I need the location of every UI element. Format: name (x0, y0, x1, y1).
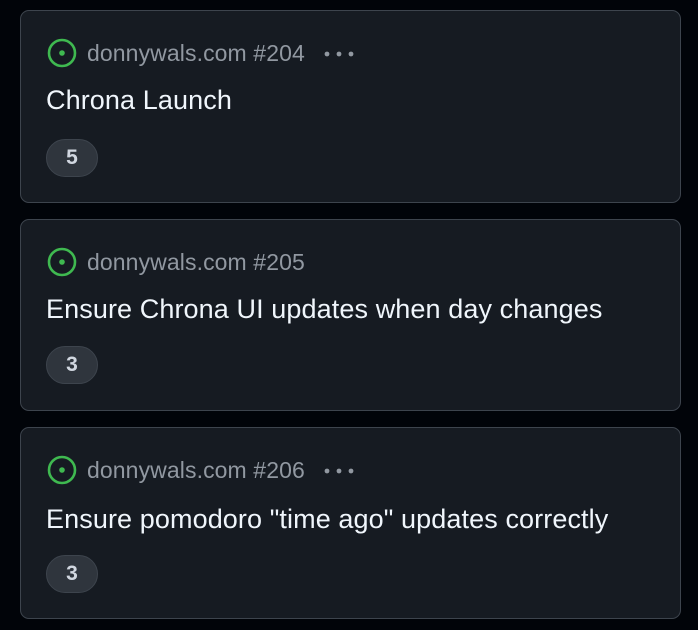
sub-issue-count-badge: 5 (46, 139, 98, 177)
issue-title-link[interactable]: Chrona Launch (46, 85, 232, 116)
issue-open-icon (46, 246, 78, 278)
issue-reference-link[interactable]: donnywals.com #206 (87, 457, 305, 484)
kebab-horizontal-icon[interactable] (321, 454, 361, 486)
kebab-horizontal-icon[interactable] (321, 37, 361, 69)
card-meta-row: donnywals.com #205 (46, 246, 305, 278)
issue-card[interactable]: donnywals.com #205 Ensure Chrona UI upda… (20, 219, 681, 411)
issue-title-link[interactable]: Ensure Chrona UI updates when day change… (46, 294, 602, 325)
issue-card[interactable]: donnywals.com #204 Chrona Launch 5 (20, 10, 681, 203)
issue-reference-link[interactable]: donnywals.com #205 (87, 249, 305, 276)
sub-issue-count-badge: 3 (46, 346, 98, 384)
card-meta-row: donnywals.com #206 (46, 454, 361, 486)
sub-issue-count-badge: 3 (46, 555, 98, 593)
card-meta-row: donnywals.com #204 (46, 37, 361, 69)
issue-open-icon (46, 454, 78, 486)
issue-title-link[interactable]: Ensure pomodoro "time ago" updates corre… (46, 504, 608, 535)
project-board-column: donnywals.com #204 Chrona Launch 5 donny… (0, 0, 698, 630)
issue-card[interactable]: donnywals.com #206 Ensure pomodoro "time… (20, 427, 681, 619)
issue-reference-link[interactable]: donnywals.com #204 (87, 40, 305, 67)
issue-open-icon (46, 37, 78, 69)
